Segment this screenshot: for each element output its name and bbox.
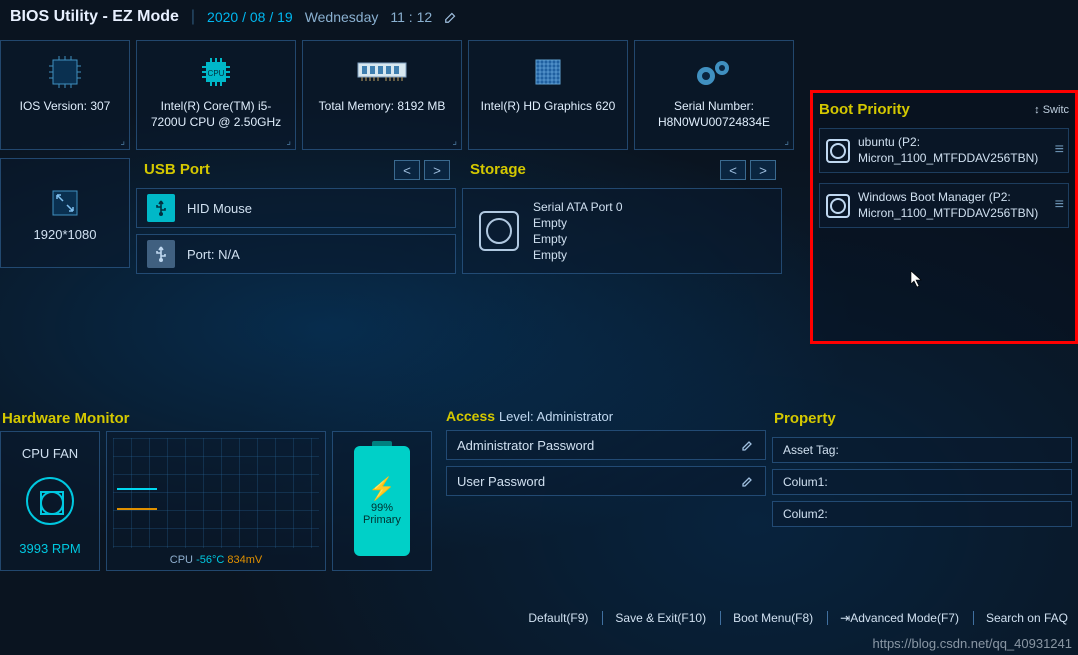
property-asset-tag[interactable]: Asset Tag: [772,437,1072,463]
chip-icon [45,49,85,95]
property-colum2[interactable]: Colum2: [772,501,1072,527]
edit-time-icon[interactable] [444,10,458,24]
boot-priority-title: Boot Priority [819,101,910,118]
storage-item[interactable]: Serial ATA Port 0 Empty Empty Empty [462,188,782,274]
watermark: https://blog.csdn.net/qq_40931241 [873,636,1073,651]
search-faq-button[interactable]: Search on FAQ [973,611,1068,625]
hdd-icon [826,194,850,218]
gpu-icon [528,49,568,95]
admin-password-label: Administrator Password [457,438,594,453]
header-day: Wednesday [305,9,379,25]
expand-icon: ⌟ [120,136,125,147]
svg-text:CPU: CPU [208,69,225,78]
resolution-icon [47,185,83,221]
access-title: Access Level: Administrator [446,408,766,424]
gear-icon [692,49,736,95]
boot-item-1[interactable]: ubuntu (P2: Micron_1100_MTFDDAV256TBN) ≡ [819,128,1069,173]
storage-prev-button[interactable]: < [720,160,746,180]
boot-switch-button[interactable]: ↕ Switc [1034,104,1069,116]
property-colum1[interactable]: Colum1: [772,469,1072,495]
cpu-temp-readout: CPU -56°C 834mV [170,554,262,566]
usb-icon [147,194,175,222]
serial-card[interactable]: Serial Number: H8N0WU00724834E ⌟ [634,40,794,150]
property-title: Property [772,408,1072,431]
save-exit-button[interactable]: Save & Exit(F10) [602,611,706,625]
edit-icon[interactable] [741,438,755,452]
expand-icon: ⌟ [286,136,291,147]
storage-title: Storage [462,157,526,184]
edit-icon[interactable] [741,474,755,488]
usb-item-1[interactable]: HID Mouse [136,188,456,228]
graph-grid [113,438,319,548]
expand-icon: ⌟ [784,136,789,147]
header-bar: BIOS Utility - EZ Mode | 2020 / 08 / 19 … [0,0,1078,40]
usb-item-2[interactable]: Port: N/A [136,234,456,274]
cpu-fan-rpm: 3993 RPM [19,541,80,556]
gpu-card[interactable]: Intel(R) HD Graphics 620 [468,40,628,150]
battery-icon: ⚡ 99% Primary [354,446,410,556]
footer-bar: Default(F9) Save & Exit(F10) Boot Menu(F… [516,611,1068,625]
gpu-label: Intel(R) HD Graphics 620 [481,99,616,115]
usb-item-2-label: Port: N/A [187,247,240,262]
boot-menu-button[interactable]: Boot Menu(F8) [720,611,813,625]
memory-card[interactable]: Total Memory: 8192 MB ⌟ [302,40,462,150]
admin-password-row[interactable]: Administrator Password [446,430,766,460]
cpu-icon: CPU [196,49,236,95]
usb-prev-button[interactable]: < [394,160,420,180]
bolt-icon: ⚡ [368,476,395,502]
storage-next-button[interactable]: > [750,160,776,180]
cpu-card[interactable]: CPU Intel(R) Core(TM) i5-7200U CPU @ 2.5… [136,40,296,150]
bios-version-label: IOS Version: 307 [20,99,111,115]
drag-handle-icon[interactable]: ≡ [1055,140,1062,161]
cpu-label: Intel(R) Core(TM) i5-7200U CPU @ 2.50GHz [143,99,289,130]
default-button[interactable]: Default(F9) [516,611,588,625]
drag-handle-icon[interactable]: ≡ [1055,195,1062,216]
hdd-icon [479,211,519,251]
storage-details: Serial ATA Port 0 Empty Empty Empty [533,200,623,262]
hardware-monitor-title: Hardware Monitor [0,408,440,431]
resolution-card[interactable]: 1920*1080 [0,158,130,268]
expand-icon: ⌟ [452,136,457,147]
temp-graph-card[interactable]: CPU -56°C 834mV [106,431,326,571]
boot-item-2[interactable]: Windows Boot Manager (P2: Micron_1100_MT… [819,183,1069,228]
user-password-label: User Password [457,474,545,489]
boot-item-2-label: Windows Boot Manager (P2: Micron_1100_MT… [858,190,1038,221]
app-title: BIOS Utility - EZ Mode [10,8,179,26]
bios-version-card[interactable]: IOS Version: 307 ⌟ [0,40,130,150]
memory-label: Total Memory: 8192 MB [319,99,446,115]
usb-title: USB Port [136,157,210,184]
serial-label: Serial Number: H8N0WU00724834E [658,99,770,130]
ram-icon [356,49,408,95]
separator: | [191,8,195,26]
cpu-fan-label: CPU FAN [22,446,78,461]
header-date: 2020 / 08 / 19 [207,9,293,25]
usb-icon [147,240,175,268]
header-time: 11 : 12 [390,9,432,25]
boot-item-1-label: ubuntu (P2: Micron_1100_MTFDDAV256TBN) [858,135,1038,166]
cpu-fan-card[interactable]: CPU FAN 3993 RPM [0,431,100,571]
battery-card[interactable]: ⚡ 99% Primary [332,431,432,571]
resolution-value: 1920*1080 [34,227,97,242]
user-password-row[interactable]: User Password [446,466,766,496]
boot-priority-panel: Boot Priority ↕ Switc ubuntu (P2: Micron… [810,90,1078,344]
cursor-icon [910,270,926,290]
usb-item-1-label: HID Mouse [187,201,252,216]
fan-icon [26,477,74,525]
hdd-icon [826,139,850,163]
usb-next-button[interactable]: > [424,160,450,180]
advanced-mode-button[interactable]: ⇥Advanced Mode(F7) [827,611,959,625]
